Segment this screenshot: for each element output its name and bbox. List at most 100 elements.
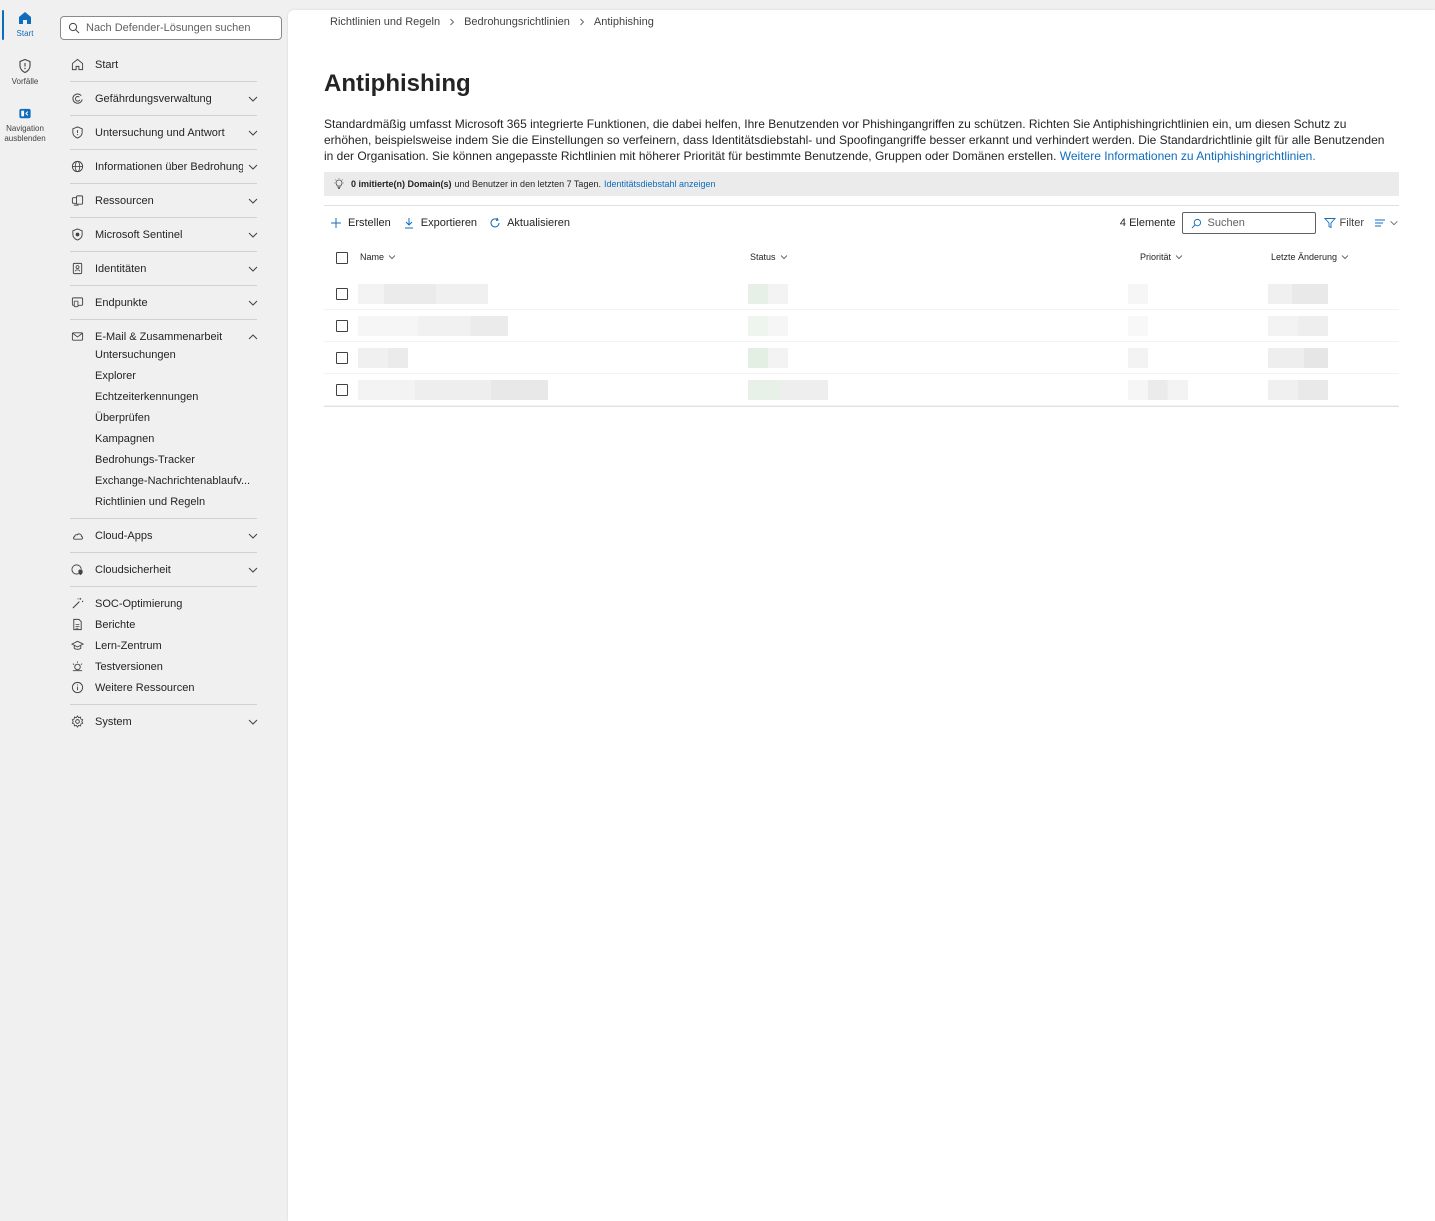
table-search-input[interactable]: Suchen [1181,212,1316,234]
home-icon [19,12,31,24]
rail-item-start[interactable]: Start [0,0,50,48]
row-checkbox[interactable] [336,352,348,364]
sidebar-item-endpoints[interactable]: Endpunkte [50,286,288,319]
filter-button[interactable]: Filter [1323,217,1364,229]
table-row[interactable] [324,310,1399,342]
redacted-name [358,348,408,368]
sidebar-item-reports[interactable]: Berichte [50,614,288,635]
chevron-down-icon [388,255,396,260]
item-count: 4 Elemente [1119,217,1176,229]
chevron-down-icon [248,164,258,170]
sidebar-subitem-review[interactable]: Überprüfen [50,407,288,428]
sidebar-item-cloud-security[interactable]: Cloudsicherheit [50,553,288,586]
sidebar-item-exposure[interactable]: Gefährdungsverwaltung [50,82,288,115]
sidebar-item-sentinel[interactable]: Microsoft Sentinel [50,218,288,251]
devices-icon [70,194,84,208]
redacted-date [1268,348,1328,368]
chevron-down-icon [248,533,258,539]
redacted-priority [1128,380,1188,400]
rail-item-collapse[interactable]: Navigation ausblenden [0,96,50,144]
breadcrumb-item[interactable]: Richtlinien und Regeln [330,16,440,28]
row-checkbox[interactable] [336,288,348,300]
create-button[interactable]: Erstellen [330,217,391,229]
redacted-name [358,380,548,400]
refresh-button[interactable]: Aktualisieren [489,217,570,229]
sidebar: Nach Defender-Lösungen suchen Start Gefä… [50,0,288,1221]
group-by-button[interactable] [1374,217,1399,229]
chevron-down-icon [248,300,258,306]
info-banner: 0 imitierte(n) Domain(s) und Benutzer in… [324,172,1399,196]
chevron-down-icon [248,567,258,573]
sidebar-item-start[interactable]: Start [50,48,288,81]
learn-more-link[interactable]: Weitere Informationen zu Antiphishingric… [1060,149,1316,163]
column-label: Letzte Änderung [1271,252,1338,262]
page-description: Standardmäßig umfasst Microsoft 365 inte… [324,116,1396,164]
report-icon [70,618,84,632]
info-icon [70,681,84,695]
refresh-icon [490,217,500,228]
column-header-name[interactable]: Name [360,252,396,262]
chevron-right-icon [580,18,585,26]
sidebar-item-system[interactable]: System [50,705,288,738]
select-all-checkbox[interactable] [336,252,348,264]
sidebar-item-soc-optimization[interactable]: SOC-Optimierung [50,593,288,614]
export-button[interactable]: Exportieren [403,217,477,229]
mail-icon [70,330,84,344]
sidebar-item-cloud-apps[interactable]: Cloud-Apps [50,519,288,552]
sidebar-item-label: Testversionen [95,660,163,673]
sidebar-subitem-policies[interactable]: Richtlinien und Regeln [50,491,288,512]
rail-label: Navigation ausblenden [4,124,46,143]
table-row[interactable] [324,342,1399,374]
sidebar-item-label: Untersuchung und Antwort [95,126,225,139]
sidebar-item-email-collab[interactable]: E-Mail & Zusammenarbeit [50,320,288,353]
redacted-status [748,284,788,304]
sidebar-subitem-campaigns[interactable]: Kampagnen [50,428,288,449]
filter-label: Filter [1339,217,1364,229]
sidebar-item-identities[interactable]: Identitäten [50,252,288,285]
row-checkbox[interactable] [336,320,348,332]
cloud-shield-icon [70,563,84,577]
policies-table: Name Status Priorität Letzte Änderung [324,248,1399,407]
sidebar-item-label: E-Mail & Zusammenarbeit [95,330,223,343]
chevron-up-icon [248,334,258,340]
id-card-icon [70,262,84,276]
magic-wand-icon [70,597,84,611]
sidebar-item-more-resources[interactable]: Weitere Ressourcen [50,677,288,698]
rail-item-incidents[interactable]: Vorfälle [0,48,50,96]
chevron-right-icon [450,18,455,26]
sidebar-item-learning-hub[interactable]: Lern-Zentrum [50,635,288,656]
sidebar-item-investigation[interactable]: Untersuchung und Antwort [50,116,288,149]
search-icon [1191,218,1201,228]
column-header-last-modified[interactable]: Letzte Änderung [1271,252,1349,262]
sidebar-subitem-explorer[interactable]: Explorer [50,365,288,386]
defender-search-input[interactable]: Nach Defender-Lösungen suchen [60,16,282,40]
graduation-cap-icon [70,639,84,653]
row-checkbox[interactable] [336,384,348,396]
search-placeholder: Nach Defender-Lösungen suchen [86,22,251,34]
column-label: Name [360,252,385,262]
sidebar-item-trials[interactable]: Testversionen [50,656,288,677]
table-row[interactable] [324,278,1399,310]
sidebar-item-label: Weitere Ressourcen [95,681,195,694]
globe-icon [70,160,84,174]
redacted-status [748,348,788,368]
sidebar-subitem-exchange-trace[interactable]: Exchange-Nachrichtenablaufv... [50,470,288,491]
column-header-priority[interactable]: Priorität [1140,252,1183,262]
exposure-icon [70,92,84,106]
sidebar-subitem-threat-tracker[interactable]: Bedrohungs-Tracker [50,449,288,470]
redacted-date [1268,380,1328,400]
command-bar: Erstellen Exportieren Aktualisieren 4 El… [324,212,1399,234]
show-impersonation-link[interactable]: Identitätsdiebstahl anzeigen [604,179,716,189]
sidebar-item-threat-intel[interactable]: Informationen über Bedrohungen [50,150,288,183]
sentinel-icon [70,228,84,242]
sidebar-item-label: Gefährdungsverwaltung [95,92,212,105]
redacted-priority [1128,284,1148,304]
redacted-date [1268,284,1328,304]
sidebar-item-assets[interactable]: Ressourcen [50,184,288,217]
table-row[interactable] [324,374,1399,406]
breadcrumb-item[interactable]: Bedrohungsrichtlinien [464,16,570,28]
sidebar-subitem-realtime[interactable]: Echtzeiterkennungen [50,386,288,407]
chevron-down-icon [248,719,258,725]
sidebar-item-label: Cloudsicherheit [95,563,171,576]
column-header-status[interactable]: Status [750,252,788,262]
